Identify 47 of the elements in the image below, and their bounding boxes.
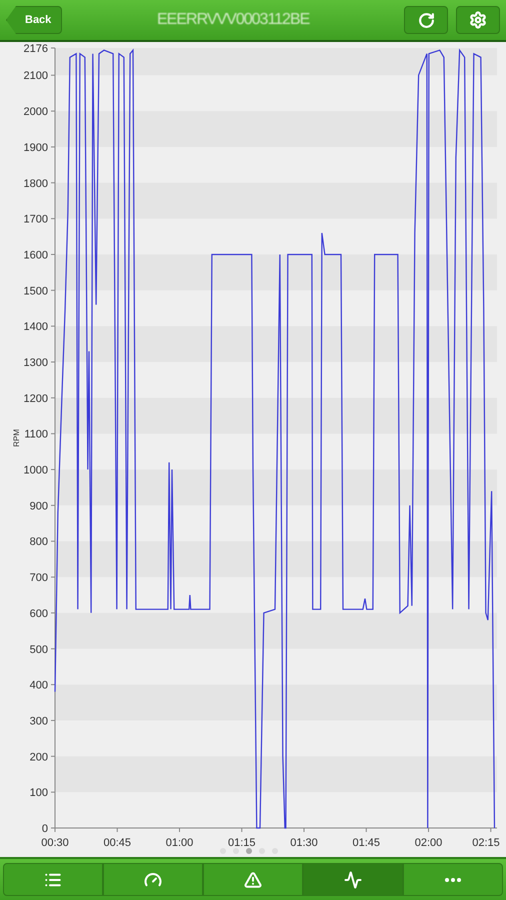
tab[interactable] xyxy=(303,863,403,896)
y-tick-label: 500 xyxy=(30,644,48,656)
y-tick-label: 1600 xyxy=(24,249,48,262)
y-tick-label: 700 xyxy=(30,572,48,584)
tab[interactable] xyxy=(3,863,103,896)
x-tick-label: 02:00 xyxy=(414,837,442,849)
pulse-icon xyxy=(344,870,362,888)
y-tick-label: 1500 xyxy=(24,285,48,298)
back-button[interactable]: Back xyxy=(6,6,62,34)
y-tick-label: 800 xyxy=(30,536,48,548)
warning-icon xyxy=(244,870,262,888)
x-tick-label: 00:30 xyxy=(41,837,69,849)
vehicle-title: EEERRVVV0003112BE xyxy=(156,11,311,29)
y-tick-label: 600 xyxy=(30,608,48,620)
y-tick-label: 900 xyxy=(30,500,48,512)
x-tick-label: 01:15 xyxy=(228,837,256,849)
settings-icon xyxy=(469,11,487,29)
y-tick-label: 1700 xyxy=(24,214,48,226)
refresh-button[interactable] xyxy=(404,6,448,34)
y-tick-label: 400 xyxy=(30,680,48,692)
x-tick-label: 01:45 xyxy=(352,837,380,849)
page-dot[interactable] xyxy=(246,848,252,854)
x-tick-label: 01:30 xyxy=(290,837,318,849)
x-tick-label: 02:15 xyxy=(472,837,500,849)
y-tick-label: 300 xyxy=(30,715,48,728)
y-tick-label: 2100 xyxy=(24,70,48,82)
tab[interactable] xyxy=(203,863,303,896)
more-icon xyxy=(445,878,461,882)
y-tick-label: 1100 xyxy=(24,428,48,441)
y-tick-label: 1300 xyxy=(24,357,48,369)
y-axis-label: RPM xyxy=(12,429,21,447)
tab[interactable] xyxy=(103,863,203,896)
x-tick-label: 01:00 xyxy=(166,837,194,849)
x-tick-label: 00:45 xyxy=(104,837,132,849)
gauge-icon xyxy=(144,870,162,888)
y-tick-label: 1000 xyxy=(24,464,48,477)
y-tick-label: 1900 xyxy=(24,142,48,154)
y-tick-label: 1800 xyxy=(24,178,48,190)
y-tick-label: 100 xyxy=(30,787,48,800)
y-tick-label: 2000 xyxy=(24,106,48,118)
y-tick-label: 0 xyxy=(42,823,48,835)
y-tick-label: 1200 xyxy=(24,392,48,405)
refresh-icon xyxy=(418,12,434,28)
y-tick-label: 1400 xyxy=(24,321,48,334)
y-tick-label: 200 xyxy=(30,751,48,764)
y-tick-label: 2176 xyxy=(24,43,48,55)
settings-button[interactable] xyxy=(456,6,500,34)
